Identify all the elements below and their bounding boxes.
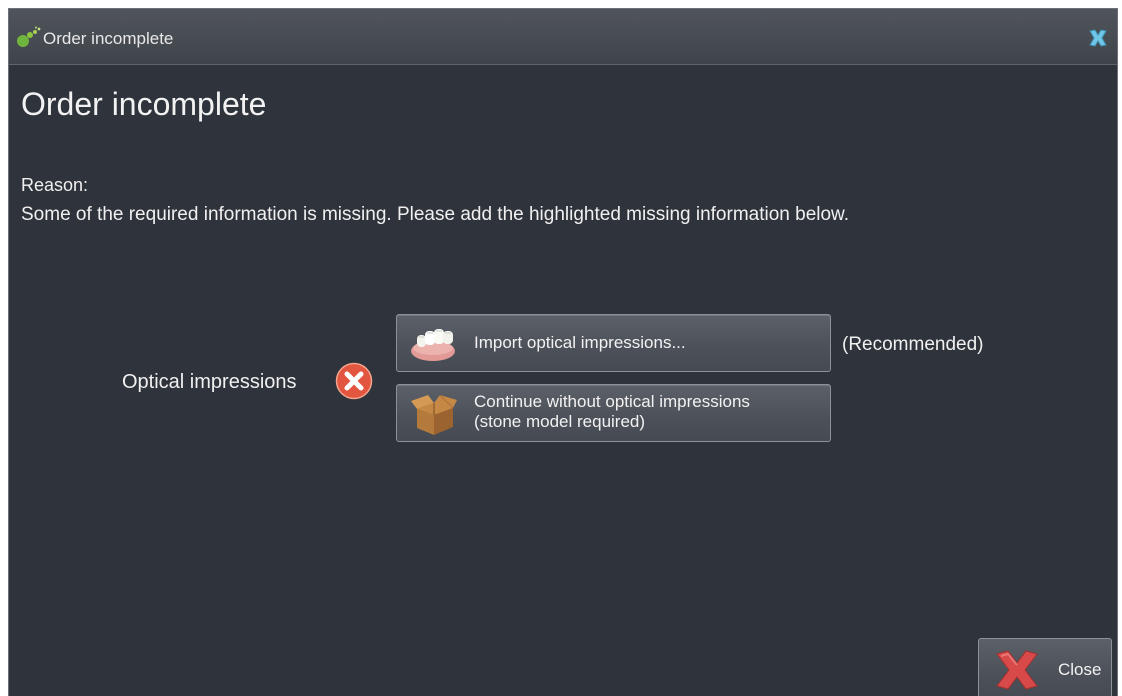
- recommended-note: (Recommended): [842, 334, 984, 355]
- import-button-label: Import optical impressions...: [474, 333, 686, 352]
- continue-button-label: Continue without optical impressions (st…: [474, 392, 750, 431]
- close-x-icon: [996, 650, 1038, 690]
- page-title: Order incomplete: [21, 86, 267, 122]
- close-x-icon[interactable]: [1087, 27, 1109, 49]
- cardboard-box-icon: [411, 394, 457, 435]
- reason-text: Some of the required information is miss…: [21, 204, 850, 225]
- close-button-label: Close: [1058, 660, 1102, 679]
- error-icon: [335, 362, 373, 400]
- dialog-window: Order incomplete Order incomplete Reason…: [8, 8, 1118, 696]
- app-logo-icon: [17, 26, 41, 47]
- window-title: Order incomplete: [43, 29, 174, 48]
- continue-without-impressions-button[interactable]: Continue without optical impressions (st…: [396, 384, 831, 442]
- import-optical-impressions-button[interactable]: Import optical impressions...: [396, 314, 831, 372]
- reason-label: Reason:: [21, 175, 89, 195]
- teeth-model-icon: [411, 329, 455, 361]
- title-bar[interactable]: Order incomplete: [9, 9, 1117, 65]
- optical-impressions-label: Optical impressions: [122, 371, 297, 393]
- close-button[interactable]: Close: [978, 638, 1112, 696]
